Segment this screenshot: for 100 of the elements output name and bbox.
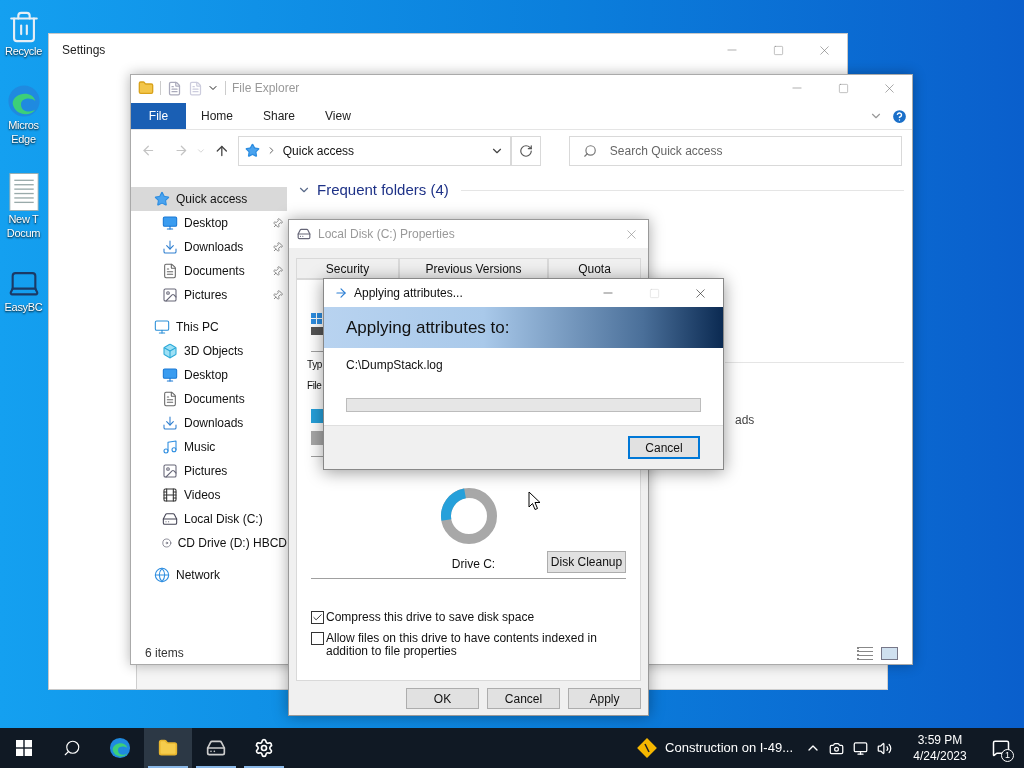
progress-arrow-icon	[334, 286, 348, 300]
monitor-icon	[162, 215, 178, 231]
nav-item[interactable]: Documents	[131, 387, 287, 411]
weather-widget[interactable]: Construction on I-49...	[631, 728, 799, 768]
section-header[interactable]: Frequent folders (4)	[317, 179, 449, 202]
window-title: Local Disk (C:) Properties	[318, 226, 456, 243]
dialog-tab[interactable]: Previous Versions	[399, 258, 548, 279]
nav-item-label: CD Drive (D:) HBCD	[177, 535, 287, 552]
nav-item[interactable]: CD Drive (D:) HBCD	[131, 531, 287, 555]
nav-item-label: Desktop	[184, 215, 230, 232]
nav-item[interactable]: Desktop	[131, 363, 287, 387]
address-bar[interactable]: Quick access	[237, 135, 512, 166]
cancel-button[interactable]: Cancel	[628, 436, 700, 459]
nav-item[interactable]: Pictures	[131, 283, 287, 307]
refresh-icon[interactable]	[519, 143, 534, 158]
checkbox-label: Allow files on this drive to have contents indexed in addition to file properties	[326, 632, 598, 658]
dialog-button[interactable]: Apply	[568, 688, 641, 709]
nav-item[interactable]: Quick access	[131, 187, 287, 211]
nav-item[interactable]: Downloads	[131, 235, 287, 259]
desktop-icon-label: Recycle	[5, 44, 42, 58]
download-icon	[162, 239, 178, 255]
document-icon	[162, 391, 178, 407]
checkbox[interactable]	[311, 632, 324, 645]
dialog-heading: Applying attributes to:	[346, 316, 510, 339]
nav-item[interactable]: Videos	[131, 483, 287, 507]
film-icon	[162, 487, 178, 503]
folder-icon	[158, 738, 178, 758]
nav-item-label: Downloads	[184, 239, 245, 256]
desktop-icon-label: Edge	[11, 132, 36, 146]
drive-label: Drive C:	[450, 556, 496, 573]
nav-item-label: Local Disk (C:)	[184, 511, 264, 528]
monitor-icon	[162, 367, 178, 383]
hard-drive-icon	[162, 511, 178, 527]
nav-item-label: Documents	[184, 391, 246, 408]
nav-item[interactable]: Local Disk (C:)	[131, 507, 287, 531]
dialog-button[interactable]: OK	[406, 688, 479, 709]
disk-cleanup-button[interactable]: Disk Cleanup	[547, 551, 626, 573]
nav-item[interactable]: Pictures	[131, 459, 287, 483]
clock[interactable]: 3:59 PM 4/24/2023	[902, 732, 978, 764]
search-icon	[582, 143, 597, 158]
field-label: Typ	[307, 358, 322, 372]
status-text: 6 items	[145, 645, 184, 662]
nav-item-label: Music	[184, 439, 217, 456]
taskbar-app[interactable]	[144, 728, 192, 768]
desktop-icon-label: Micros	[8, 118, 39, 132]
desktop-icon-label: Docum	[6, 226, 41, 240]
window-title: File Explorer	[232, 80, 301, 97]
checkmark-icon	[312, 612, 323, 623]
large-icons-view-button[interactable]	[881, 646, 898, 660]
notification-button[interactable]: 1	[978, 728, 1024, 768]
search-icon	[63, 739, 81, 757]
address-text: Quick access	[282, 142, 356, 160]
window-title: Applying attributes...	[354, 285, 464, 302]
desktop-icon-label: New T	[8, 212, 39, 226]
nav-item[interactable]: This PC	[131, 315, 287, 339]
search-field[interactable]: Search Quick access	[568, 135, 902, 166]
file-path: C:\DumpStack.log	[346, 358, 444, 372]
star-icon	[154, 191, 170, 207]
checkbox-label: Compress this drive to save disk space	[326, 611, 536, 624]
nav-item[interactable]: 3D Objects	[131, 339, 287, 363]
drive-icon	[311, 313, 323, 335]
dialog-tab[interactable]: Quota	[548, 258, 641, 279]
nav-item-label: Pictures	[184, 463, 229, 480]
disk-usage-donut-drawing	[439, 487, 498, 545]
window-title: Settings	[61, 42, 107, 59]
nav-item-label: Documents	[184, 263, 246, 280]
cursor-icon	[528, 491, 541, 511]
document-icon	[162, 263, 178, 279]
camera-icon[interactable]	[829, 740, 844, 756]
nav-item[interactable]: Downloads	[131, 411, 287, 435]
nav-item-label: Pictures	[184, 287, 229, 304]
help-icon[interactable]	[891, 108, 908, 125]
nav-item-label: Network	[176, 567, 221, 584]
drive-icon	[206, 738, 226, 758]
details-view-button[interactable]	[857, 646, 873, 660]
folder-icon[interactable]	[138, 80, 154, 96]
nav-item[interactable]: Music	[131, 435, 287, 459]
download-icon	[162, 415, 178, 431]
cube-icon	[162, 343, 178, 359]
nav-item-label: 3D Objects	[184, 343, 245, 360]
ribbon-tab[interactable]: Share	[248, 103, 311, 129]
windows-logo-icon[interactable]	[16, 740, 32, 756]
ribbon-tab[interactable]: View	[310, 103, 366, 129]
drive-icon	[297, 227, 311, 241]
nav-item-label: Desktop	[184, 367, 230, 384]
edge-icon	[109, 737, 131, 759]
nav-item[interactable]: Desktop	[131, 211, 287, 235]
nav-item[interactable]: Network	[131, 563, 287, 587]
nav-item[interactable]: Documents	[131, 259, 287, 283]
folder-tile-label: ads	[735, 412, 755, 427]
file-menu-button[interactable]: File	[131, 103, 186, 129]
computer-icon	[154, 319, 170, 335]
disc-icon	[162, 535, 172, 551]
dialog-tab[interactable]: Security	[296, 258, 399, 279]
checkbox[interactable]	[311, 611, 324, 624]
dialog-button[interactable]: Cancel	[487, 688, 560, 709]
nav-item-label: Quick access	[176, 191, 249, 208]
document-icon[interactable]	[8, 172, 39, 212]
ribbon-tab[interactable]: Home	[186, 103, 248, 129]
notification-count: 1	[1001, 749, 1014, 762]
